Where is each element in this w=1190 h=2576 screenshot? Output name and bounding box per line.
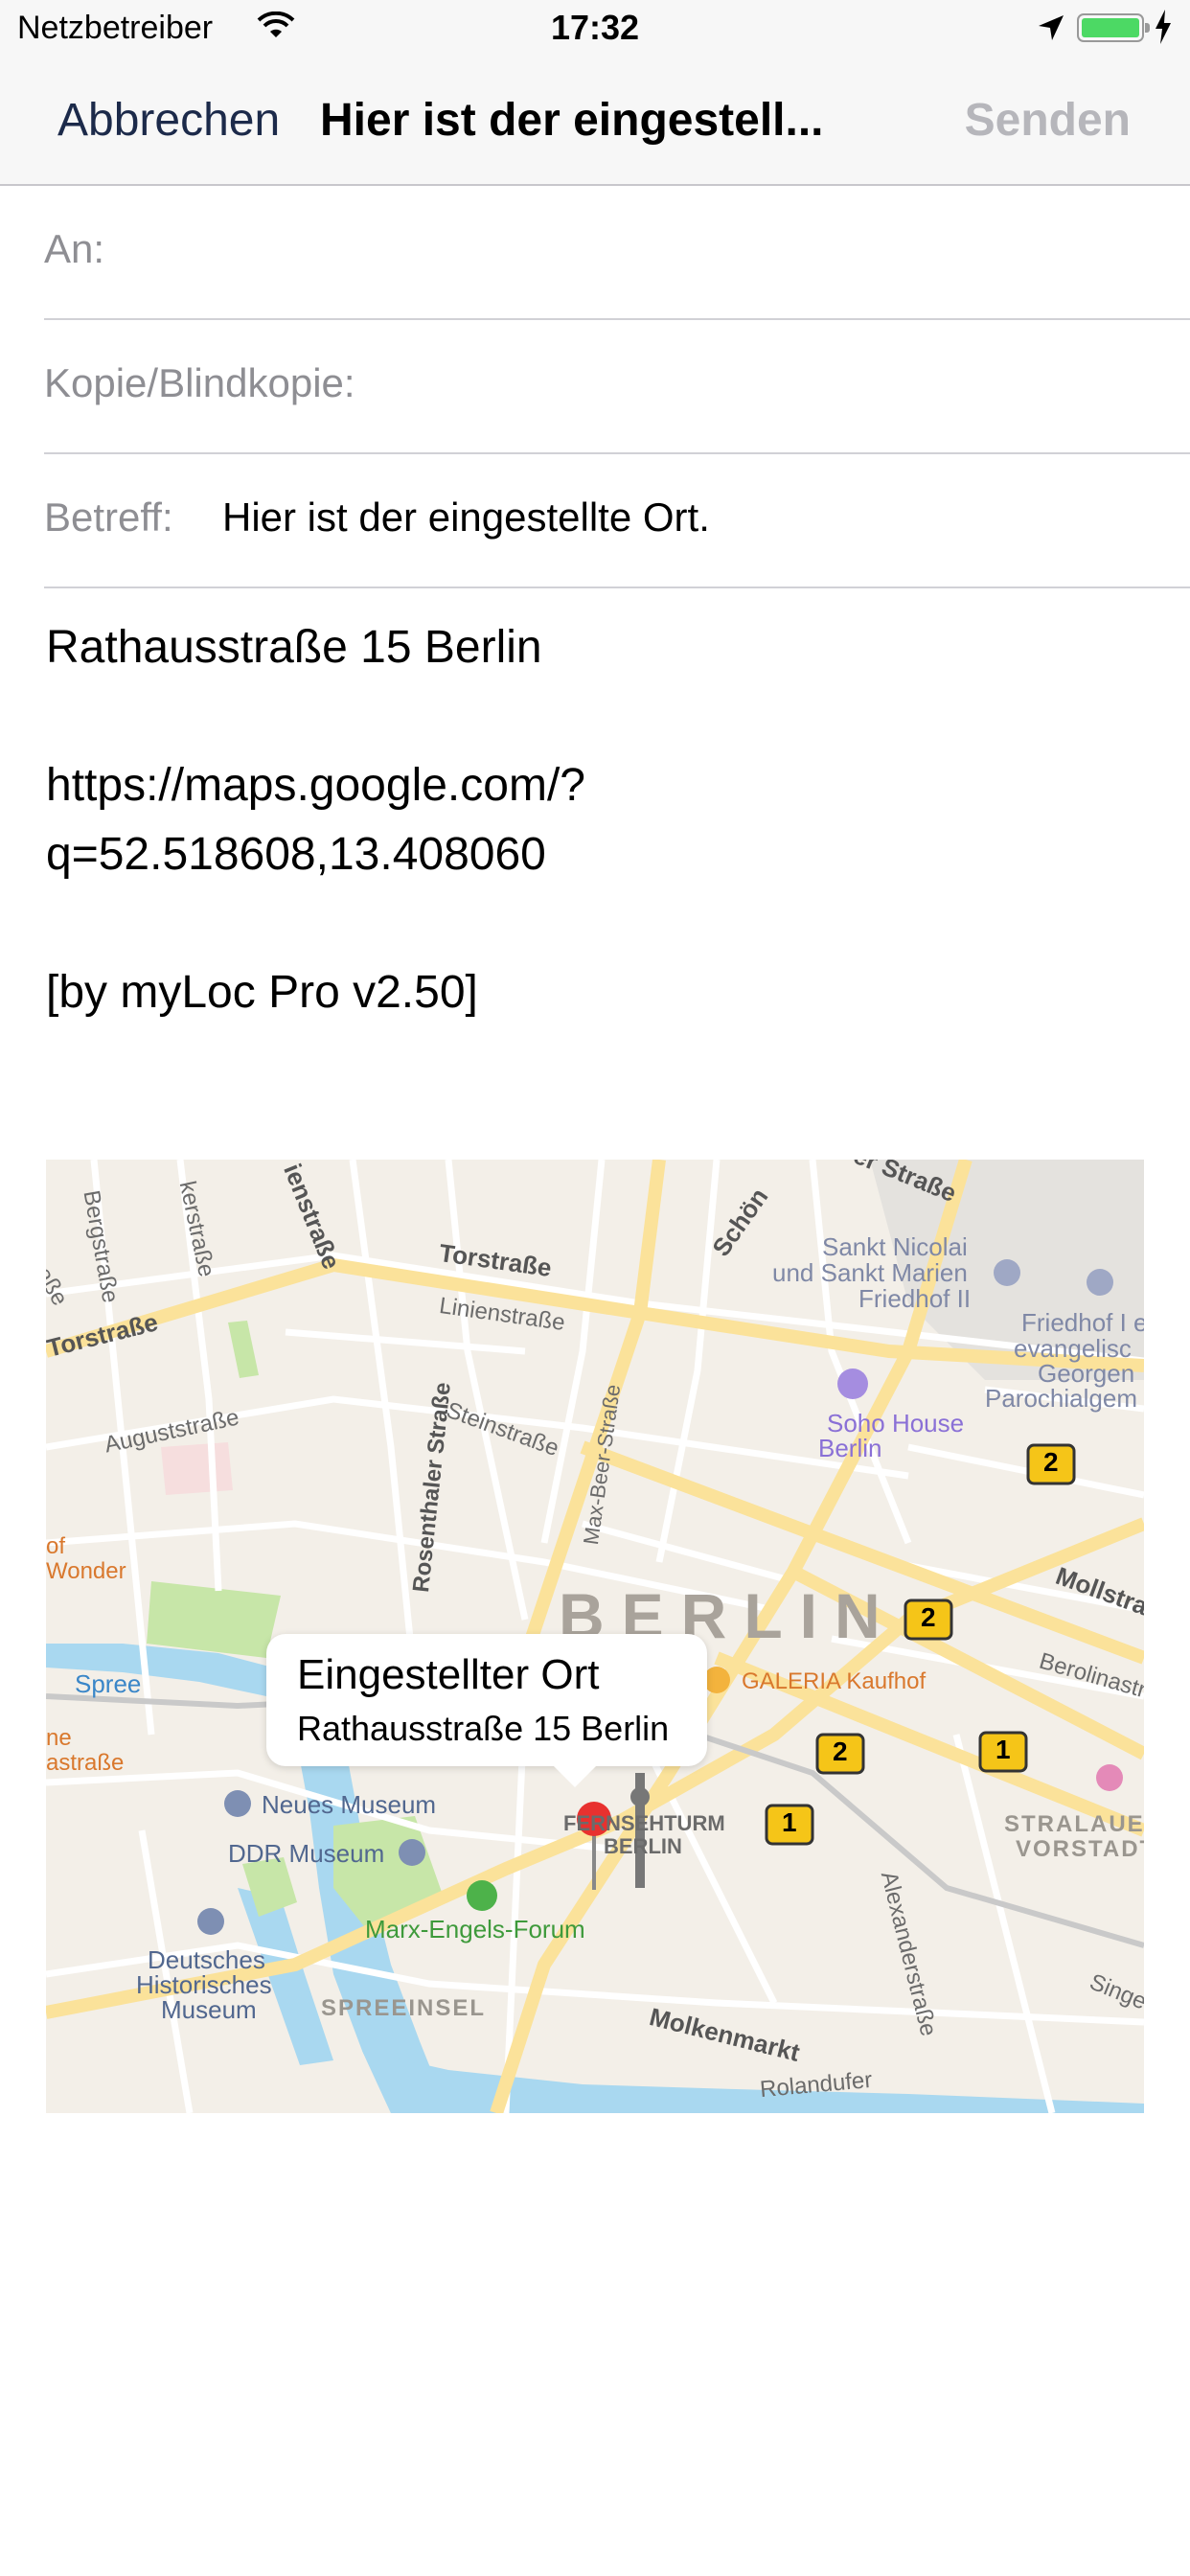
- map-label: BERLIN: [604, 1834, 682, 1858]
- location-arrow-icon: [1037, 13, 1065, 47]
- map-label: Friedhof II: [858, 1284, 972, 1313]
- map-label: Berlin: [818, 1434, 882, 1462]
- body-address: Rathausstraße 15 Berlin: [46, 622, 542, 673]
- cc-bcc-field[interactable]: Kopie/Blindkopie:: [44, 318, 1190, 454]
- map-label: Parochialgem: [985, 1384, 1137, 1413]
- cc-bcc-label: Kopie/Blindkopie:: [44, 360, 355, 405]
- callout-title: Eingestellter Ort: [297, 1651, 600, 1698]
- to-label: An:: [44, 226, 105, 271]
- compose-navbar: Abbrechen Hier ist der eingestell... Sen…: [0, 58, 1190, 186]
- map-label: Marx-Engels-Forum: [365, 1915, 585, 1944]
- cancel-button[interactable]: Abbrechen: [57, 94, 280, 147]
- traffic-badge: 2: [1043, 1447, 1059, 1477]
- traffic-badge: 2: [921, 1602, 936, 1632]
- callout-pointer: [554, 1766, 596, 1787]
- map-label: SPREEINSEL: [321, 1995, 487, 2021]
- map-pin-icon: [577, 1802, 611, 1836]
- map-label: of: [46, 1533, 66, 1559]
- map-label: Wonder: [46, 1558, 126, 1584]
- subject-value[interactable]: Hier ist der eingestellte Ort.: [222, 494, 710, 540]
- callout-subtitle: Rathausstraße 15 Berlin: [297, 1709, 670, 1748]
- subject-field[interactable]: Betreff: Hier ist der eingestellte Ort.: [44, 452, 1190, 588]
- body-url-line-2[interactable]: q=52.518608,13.408060: [46, 820, 585, 889]
- body-signature: [by myLoc Pro v2.50]: [46, 967, 478, 1018]
- to-field[interactable]: An:: [44, 184, 1190, 320]
- map-label: ne: [46, 1725, 72, 1751]
- map-label: GALERIA Kaufhof: [742, 1668, 927, 1694]
- battery-icon: [1077, 13, 1150, 42]
- status-bar: Netzbetreiber 17:32: [0, 0, 1190, 58]
- map-label: DDR Museum: [228, 1839, 385, 1868]
- message-body[interactable]: Rathausstraße 15 Berlin https://maps.goo…: [46, 613, 585, 1027]
- map-snapshot: 2 2 2 1 1 BERLIN Bergstraße kerstraße ie…: [46, 1160, 1144, 2113]
- status-time: 17:32: [550, 8, 640, 47]
- send-button[interactable]: Senden: [965, 94, 1131, 147]
- map-label: Museum: [161, 1995, 257, 2024]
- compose-title: Hier ist der eingestell...: [320, 95, 824, 146]
- map-label: STRALAUE: [1004, 1811, 1144, 1837]
- charging-bolt-icon: [1154, 10, 1173, 49]
- traffic-badge: 1: [782, 1807, 797, 1837]
- map-label: Neues Museum: [262, 1790, 437, 1819]
- map-label: astraße: [46, 1750, 125, 1776]
- map-label: VORSTADT: [1016, 1836, 1144, 1862]
- traffic-badge: 1: [995, 1735, 1011, 1764]
- location-callout[interactable]: Eingestellter Ort Rathausstraße 15 Berli…: [266, 1634, 707, 1787]
- subject-label: Betreff:: [44, 494, 173, 540]
- map-label: Spree: [75, 1669, 142, 1698]
- body-url-line-1[interactable]: https://maps.google.com/?: [46, 751, 585, 820]
- traffic-badge: 2: [833, 1736, 848, 1766]
